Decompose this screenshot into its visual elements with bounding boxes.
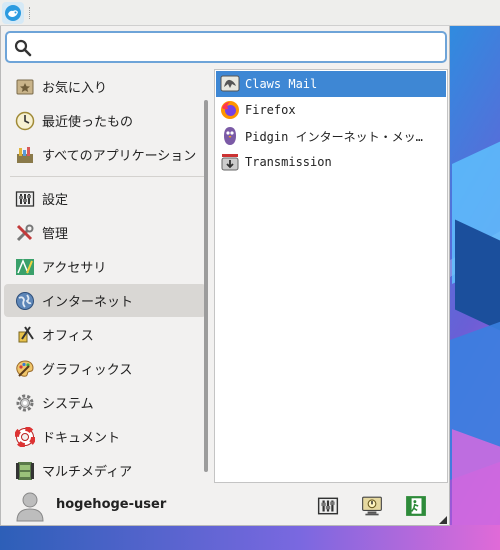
search-icon xyxy=(14,39,32,57)
internet-globe-icon xyxy=(14,290,36,312)
all-apps-icon xyxy=(14,144,36,166)
category-system[interactable]: システム xyxy=(4,386,206,419)
category-label: マルチメディア xyxy=(42,465,133,480)
graphics-palette-icon xyxy=(14,358,36,380)
admin-tools-icon xyxy=(14,222,36,244)
app-pidgin[interactable]: Pidgin インターネット・メッ… xyxy=(216,123,446,149)
resize-grip[interactable] xyxy=(439,516,447,524)
category-label: 最近使ったもの xyxy=(42,115,134,130)
category-administration[interactable]: 管理 xyxy=(4,216,206,249)
top-panel xyxy=(0,0,500,26)
category-label: 管理 xyxy=(42,227,69,242)
category-accessories[interactable]: アクセサリ xyxy=(4,250,206,283)
category-label: すべてのアプリケーション xyxy=(42,149,197,164)
category-graphics[interactable]: グラフィックス xyxy=(4,352,206,385)
category-label: お気に入り xyxy=(42,81,108,96)
firefox-icon xyxy=(219,99,241,121)
pidgin-icon xyxy=(219,125,241,147)
lock-screen-button[interactable] xyxy=(360,494,384,518)
logout-exit-icon xyxy=(406,496,426,516)
category-list: お気に入り 最近使ったもの すべてのアプリケーション 設定 管理 アクセサリ イ… xyxy=(4,70,208,486)
system-gear-icon xyxy=(14,392,36,414)
category-label: グラフィックス xyxy=(42,363,133,378)
category-recent[interactable]: 最近使ったもの xyxy=(4,104,206,137)
app-label: Claws Mail xyxy=(245,77,318,91)
category-scrollbar[interactable] xyxy=(204,100,208,472)
whisker-menu-button[interactable] xyxy=(2,2,24,24)
logout-button[interactable] xyxy=(404,494,428,518)
app-transmission[interactable]: Transmission xyxy=(216,149,446,175)
category-divider xyxy=(10,176,206,177)
app-label: Firefox xyxy=(245,103,296,117)
panel-separator xyxy=(29,7,32,19)
lock-screen-icon xyxy=(362,496,382,516)
category-internet[interactable]: インターネット xyxy=(4,284,206,317)
app-label: Pidgin インターネット・メッ… xyxy=(245,129,423,144)
whisker-menu-window: お気に入り 最近使ったもの すべてのアプリケーション 設定 管理 アクセサリ イ… xyxy=(0,26,450,526)
wallpaper-shape xyxy=(0,525,500,550)
search-box[interactable] xyxy=(5,31,447,63)
category-documentation[interactable]: ドキュメント xyxy=(4,420,206,453)
settings-icon xyxy=(317,497,339,515)
recent-clock-icon xyxy=(14,110,36,132)
app-firefox[interactable]: Firefox xyxy=(216,97,446,123)
claws-mail-icon xyxy=(219,73,241,95)
settings-icon xyxy=(14,188,36,210)
category-all-applications[interactable]: すべてのアプリケーション xyxy=(4,138,206,171)
xfce-mouse-icon xyxy=(5,5,21,21)
office-icon xyxy=(14,324,36,346)
accessories-icon xyxy=(14,256,36,278)
app-label: Transmission xyxy=(245,155,332,169)
transmission-icon xyxy=(219,151,241,173)
settings-manager-button[interactable] xyxy=(316,494,340,518)
menu-footer: hogehoge-user xyxy=(1,486,449,526)
username: hogehoge-user xyxy=(56,497,167,512)
category-label: ドキュメント xyxy=(42,431,121,446)
user-avatar-icon xyxy=(16,492,44,522)
category-label: オフィス xyxy=(42,329,94,344)
help-lifebuoy-icon xyxy=(14,426,36,448)
category-office[interactable]: オフィス xyxy=(4,318,206,351)
favorites-icon xyxy=(14,76,36,98)
app-claws-mail[interactable]: Claws Mail xyxy=(216,71,446,97)
category-label: インターネット xyxy=(42,295,134,310)
category-label: アクセサリ xyxy=(42,261,107,276)
category-favorites[interactable]: お気に入り xyxy=(4,70,206,103)
search-input[interactable] xyxy=(37,37,437,59)
category-label: 設定 xyxy=(42,193,69,208)
application-list: Claws Mail Firefox Pidgin インターネット・メッ… Tr… xyxy=(214,69,448,483)
multimedia-film-icon xyxy=(14,460,36,482)
category-label: システム xyxy=(42,397,94,412)
category-settings[interactable]: 設定 xyxy=(4,182,206,215)
category-multimedia[interactable]: マルチメディア xyxy=(4,454,206,487)
